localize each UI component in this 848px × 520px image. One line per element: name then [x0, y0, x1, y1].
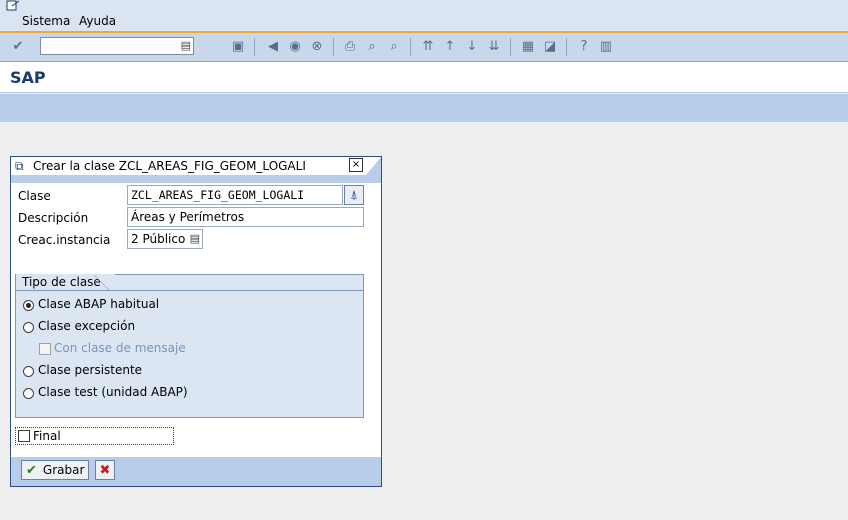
dialog-titlebar: ⧉ Crear la clase ZCL_AREAS_FIG_GEOM_LOGA… — [11, 157, 381, 176]
standard-toolbar: ✔ ▤ ▣ ◀ ◉ ⊗ ⎙ ⌕ ⌕ ⇈ ↑ ↓ ⇊ ▦ ◪ ? ▥ — [0, 33, 848, 62]
dialog-icon: ⧉ — [15, 159, 24, 173]
radio-clase-persistente[interactable] — [23, 366, 34, 377]
separator — [254, 38, 255, 56]
dialog-button-bar: ✔ Grabar ✖ — [11, 457, 381, 486]
page-title: SAP — [10, 68, 46, 87]
dropdown-icon[interactable]: ▤ — [190, 232, 200, 245]
shortcut-icon[interactable]: ◪ — [542, 38, 558, 54]
cancel-icon[interactable]: ⊗ — [309, 38, 325, 54]
next-page-icon[interactable]: ↓ — [464, 38, 480, 54]
separator — [410, 38, 411, 56]
help-icon[interactable]: ? — [576, 38, 592, 54]
group-divider — [108, 290, 364, 291]
menu-ayuda[interactable]: Ayuda — [79, 14, 116, 28]
menu-bar: Sistema Ayuda — [0, 0, 848, 32]
radio-clase-excepcion-label: Clase excepción — [38, 319, 136, 333]
creac-instancia-label: Creac.instancia — [18, 233, 111, 247]
separator — [566, 38, 567, 56]
creac-instancia-select[interactable]: 2 Público ▤ — [127, 229, 203, 249]
radio-clase-persistente-label: Clase persistente — [38, 363, 143, 377]
layout-icon[interactable]: ▥ — [598, 38, 614, 54]
checkbox-con-clase-mensaje — [39, 343, 51, 355]
radio-clase-test-label: Clase test (unidad ABAP) — [38, 385, 188, 399]
tipo-de-clase-group: Tipo de clase Clase ABAP habitual Clase … — [15, 274, 364, 418]
title-bar: SAP — [0, 62, 848, 93]
create-class-dialog: ⧉ Crear la clase ZCL_AREAS_FIG_GEOM_LOGA… — [10, 156, 382, 487]
first-page-icon[interactable]: ⇈ — [420, 38, 436, 54]
save-icon[interactable]: ▣ — [230, 38, 246, 54]
cancel-button[interactable]: ✖ — [95, 460, 115, 480]
checkbox-con-clase-mensaje-label: Con clase de mensaje — [54, 341, 186, 355]
menu-icon[interactable] — [6, 0, 20, 12]
creac-instancia-value: 2 Público — [131, 232, 186, 246]
save-button-label: Grabar — [42, 463, 85, 477]
group-tab-slant — [94, 275, 110, 291]
find-icon[interactable]: ⌕ — [364, 38, 380, 54]
radio-clase-abap-label: Clase ABAP habitual — [38, 297, 160, 311]
new-session-icon[interactable]: ▦ — [520, 38, 536, 54]
menu-sistema[interactable]: Sistema — [22, 14, 70, 28]
command-field[interactable]: ▤ — [40, 37, 194, 55]
dropdown-icon[interactable]: ▤ — [181, 39, 191, 52]
exit-icon[interactable]: ◉ — [287, 38, 303, 54]
separator — [510, 38, 511, 56]
descripcion-field[interactable]: Áreas y Perímetros — [127, 207, 364, 227]
prev-page-icon[interactable]: ↑ — [442, 38, 458, 54]
back-icon[interactable]: ◀ — [265, 38, 281, 54]
clase-field[interactable]: ZCL_AREAS_FIG_GEOM_LOGALI — [127, 185, 343, 205]
separator — [333, 38, 334, 56]
application-toolbar — [0, 94, 848, 122]
dialog-toolbar — [11, 175, 381, 183]
enter-icon[interactable]: ✔ — [10, 38, 26, 54]
dialog-corner — [366, 157, 381, 175]
final-checkbox[interactable] — [18, 430, 30, 442]
pin-icon[interactable]: ⍋ — [344, 185, 364, 205]
print-icon[interactable]: ⎙ — [342, 38, 358, 54]
last-page-icon[interactable]: ⇊ — [486, 38, 502, 54]
final-label: Final — [33, 429, 61, 443]
checkmark-icon: ✔ — [26, 462, 37, 478]
close-icon[interactable]: × — [349, 158, 363, 172]
cancel-x-icon: ✖ — [99, 462, 111, 478]
final-checkbox-row[interactable]: Final — [15, 427, 174, 445]
find-next-icon[interactable]: ⌕ — [386, 38, 402, 54]
radio-clase-excepcion[interactable] — [23, 322, 34, 333]
radio-clase-test[interactable] — [23, 388, 34, 399]
dialog-title: Crear la clase ZCL_AREAS_FIG_GEOM_LOGALI — [33, 159, 306, 173]
save-button[interactable]: ✔ Grabar — [21, 460, 89, 480]
radio-clase-abap[interactable] — [23, 300, 34, 311]
clase-label: Clase — [18, 189, 51, 203]
descripcion-label: Descripción — [18, 211, 89, 225]
